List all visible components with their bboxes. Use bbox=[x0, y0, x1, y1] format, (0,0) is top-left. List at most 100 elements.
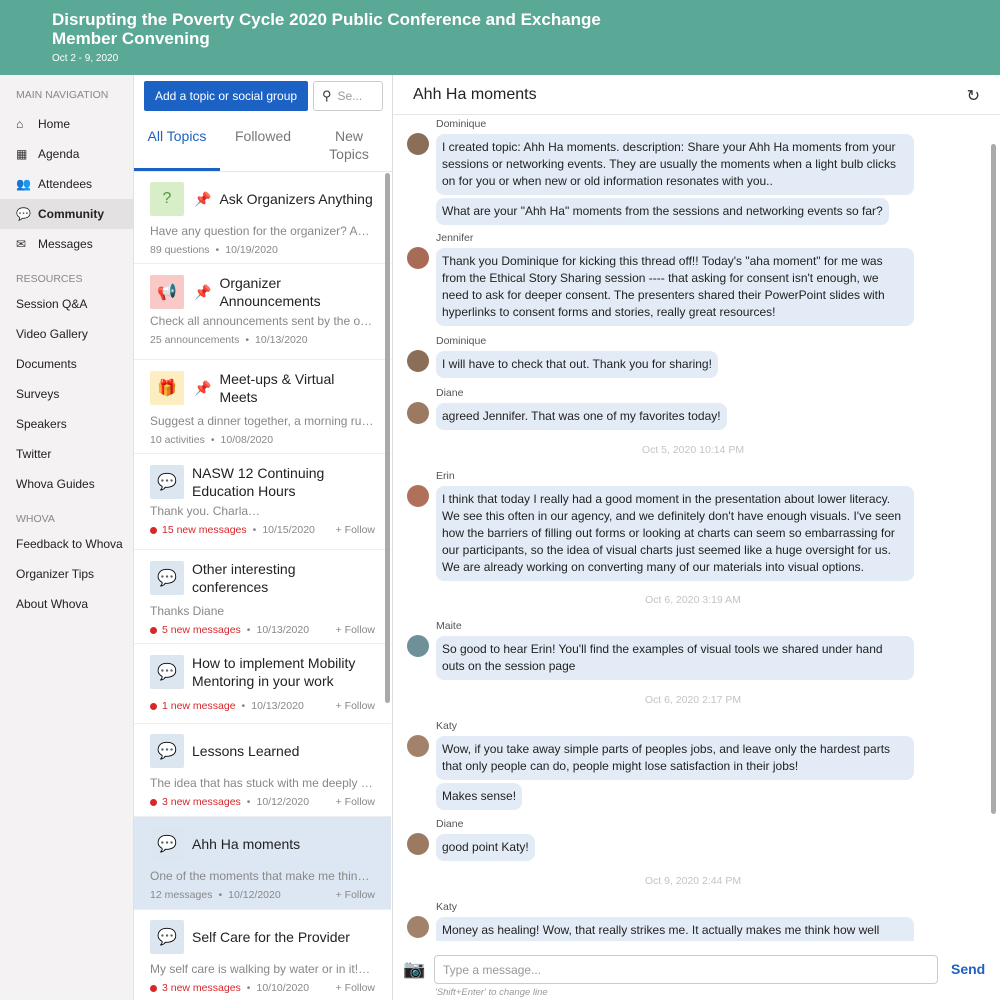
message-bubble: I created topic: Ahh Ha moments. descrip… bbox=[436, 134, 914, 195]
topic-description: Thanks Diane bbox=[150, 604, 225, 618]
topic-meta: 10 activities • 10/08/2020 bbox=[150, 434, 274, 446]
message-bubble: I will have to check that out. Thank you… bbox=[436, 351, 718, 378]
topic-meta: 1 new message • 10/13/2020 + Follow bbox=[150, 700, 375, 721]
topic-title: Other interesting conferences bbox=[192, 561, 296, 595]
nav-item-surveys[interactable]: Surveys bbox=[0, 379, 133, 409]
new-indicator bbox=[150, 798, 157, 806]
nav-item-attendees[interactable]: 👥 Attendees bbox=[0, 169, 133, 199]
tab-all-topics[interactable]: All Topics bbox=[134, 117, 220, 171]
topics-panel: Add a topic or social group ⚲ Se... All … bbox=[134, 75, 393, 1000]
topic-count: 3 new messages bbox=[162, 982, 241, 994]
nav-item-speakers[interactable]: Speakers bbox=[0, 409, 133, 439]
topic-title: Organizer Announcements bbox=[219, 275, 321, 309]
add-topic-button[interactable]: Add a topic or social group bbox=[144, 81, 308, 111]
topic-date: 10/13/2020 bbox=[256, 624, 310, 636]
topic-date: 10/13/2020 bbox=[251, 700, 304, 712]
topic-meta: 5 new messages • 10/13/2020 + Follow bbox=[150, 624, 375, 645]
topic-count: 10 activities bbox=[150, 434, 205, 446]
nav-item-twitter[interactable]: Twitter bbox=[0, 439, 133, 469]
topic-title: Self Care for the Provider bbox=[192, 929, 350, 945]
topic-count: 15 new messages bbox=[162, 524, 247, 536]
nav-item-community[interactable]: 💬 Community bbox=[0, 199, 133, 229]
nav-label: Community bbox=[38, 207, 104, 221]
topic-count: 25 announcements bbox=[150, 334, 240, 346]
message-bubble: Thank you Dominique for kicking this thr… bbox=[436, 248, 914, 326]
topic-description: Have any question for the organizer? Ask… bbox=[150, 224, 374, 238]
chat-scrollbar[interactable] bbox=[991, 144, 996, 814]
follow-button[interactable]: + Follow bbox=[336, 624, 375, 636]
nav-item-session-qa[interactable]: Session Q&A bbox=[0, 289, 133, 319]
users-icon: 👥 bbox=[16, 177, 31, 191]
nav-item-organizer-tips[interactable]: Organizer Tips bbox=[0, 559, 133, 589]
nav-item-messages[interactable]: ✉ Messages bbox=[0, 229, 133, 259]
follow-button[interactable]: + Follow bbox=[336, 524, 375, 536]
topic-item-selected[interactable]: 💬 Ahh Ha moments One of the moments that… bbox=[134, 817, 391, 910]
topic-item[interactable]: 💬 How to implement Mobility Mentoring in… bbox=[134, 644, 391, 724]
topic-item[interactable]: 💬 NASW 12 Continuing Education Hours Tha… bbox=[134, 454, 391, 550]
nav-item-documents[interactable]: Documents bbox=[0, 349, 133, 379]
message-author: Diane bbox=[436, 818, 464, 830]
message-author: Erin bbox=[436, 470, 455, 482]
pin-icon: 📌 bbox=[194, 190, 212, 207]
topic-date: 10/12/2020 bbox=[256, 796, 310, 808]
chat-panel: Ahh Ha moments ↻ Dominique I created top… bbox=[393, 75, 1000, 1000]
topic-meta: 15 new messages • 10/15/2020 + Follow bbox=[150, 524, 375, 545]
topic-meta: 25 announcements • 10/13/2020 bbox=[150, 334, 308, 346]
topic-count: 3 new messages bbox=[162, 796, 241, 808]
nav-label: Agenda bbox=[38, 147, 80, 161]
topic-item[interactable]: 🎁 📌 Meet-ups & Virtual Meets Suggest a d… bbox=[134, 360, 391, 454]
message-bubble: Wow, if you take away simple parts of pe… bbox=[436, 736, 914, 780]
topic-meta: 12 messages • 10/12/2020 + Follow bbox=[150, 889, 375, 901]
nav-item-agenda[interactable]: ▦ Agenda bbox=[0, 139, 133, 169]
new-indicator bbox=[150, 526, 157, 534]
message-bubble: Money as healing! Wow, that really strik… bbox=[436, 917, 914, 941]
nav-item-whova-guides[interactable]: Whova Guides bbox=[0, 469, 133, 499]
follow-button[interactable]: + Follow bbox=[336, 700, 375, 712]
topic-item[interactable]: 💬 Other interesting conferences Thanks D… bbox=[134, 550, 391, 644]
home-icon: ⌂ bbox=[16, 117, 24, 131]
topic-title: Lessons Learned bbox=[192, 743, 300, 759]
follow-button[interactable]: + Follow bbox=[336, 889, 375, 901]
envelope-icon: ✉ bbox=[16, 237, 27, 251]
camera-icon[interactable]: 📷 bbox=[403, 959, 425, 980]
nav-label: Attendees bbox=[38, 177, 93, 191]
send-button[interactable]: Send bbox=[951, 961, 985, 977]
refresh-icon[interactable]: ↻ bbox=[967, 86, 980, 106]
topic-item[interactable]: ? 📌 Ask Organizers Anything Have any que… bbox=[134, 172, 391, 264]
event-dates: Oct 2 - 9, 2020 bbox=[52, 53, 119, 64]
topic-title: How to implement Mobility Mentoring in y… bbox=[192, 655, 356, 689]
event-title: Disrupting the Poverty Cycle 2020 Public… bbox=[52, 10, 601, 48]
nav-label: Messages bbox=[38, 237, 93, 251]
message-author: Katy bbox=[436, 720, 458, 732]
tab-new-topics[interactable]: New Topics bbox=[306, 117, 392, 171]
search-placeholder: Se... bbox=[337, 89, 363, 103]
topic-item[interactable]: 💬 Lessons Learned The idea that has stuc… bbox=[134, 724, 391, 817]
follow-button[interactable]: + Follow bbox=[336, 796, 375, 808]
avatar bbox=[407, 735, 429, 757]
topic-meta: 3 new messages • 10/12/2020 + Follow bbox=[150, 796, 375, 817]
follow-button[interactable]: + Follow bbox=[336, 982, 375, 994]
topic-item[interactable]: 💬 Self Care for the Provider My self car… bbox=[134, 910, 391, 1000]
topics-scrollbar[interactable] bbox=[385, 173, 390, 703]
chat-header: Ahh Ha moments ↻ bbox=[393, 75, 1000, 115]
topic-search-input[interactable]: ⚲ Se... bbox=[313, 81, 383, 111]
nav-item-feedback[interactable]: Feedback to Whova bbox=[0, 529, 133, 559]
topic-meta: 89 questions • 10/19/2020 bbox=[150, 244, 278, 256]
nav-item-about-whova[interactable]: About Whova bbox=[0, 589, 133, 619]
topic-description: The idea that has stuck with me deeply i… bbox=[150, 776, 374, 790]
chat-bubbles-icon: 💬 bbox=[150, 920, 184, 954]
chat-bubbles-icon: 💬 bbox=[150, 734, 184, 768]
topic-description: One of the moments that make me think ab… bbox=[150, 869, 374, 883]
message-input[interactable]: Type a message... bbox=[434, 955, 938, 984]
message-author: Diane bbox=[436, 387, 464, 399]
calendar-icon: ▦ bbox=[16, 147, 28, 161]
pin-icon: 📌 bbox=[194, 379, 212, 396]
message-bubble: agreed Jennifer. That was one of my favo… bbox=[436, 403, 727, 430]
tab-followed[interactable]: Followed bbox=[220, 117, 306, 171]
topic-item[interactable]: 📢 📌 Organizer Announcements Check all an… bbox=[134, 264, 391, 360]
nav-item-video-gallery[interactable]: Video Gallery bbox=[0, 319, 133, 349]
new-indicator bbox=[150, 702, 157, 710]
nav-item-home[interactable]: ⌂ Home bbox=[0, 109, 133, 139]
avatar bbox=[407, 833, 429, 855]
tab-new-topics-label: New Topics bbox=[329, 128, 369, 162]
